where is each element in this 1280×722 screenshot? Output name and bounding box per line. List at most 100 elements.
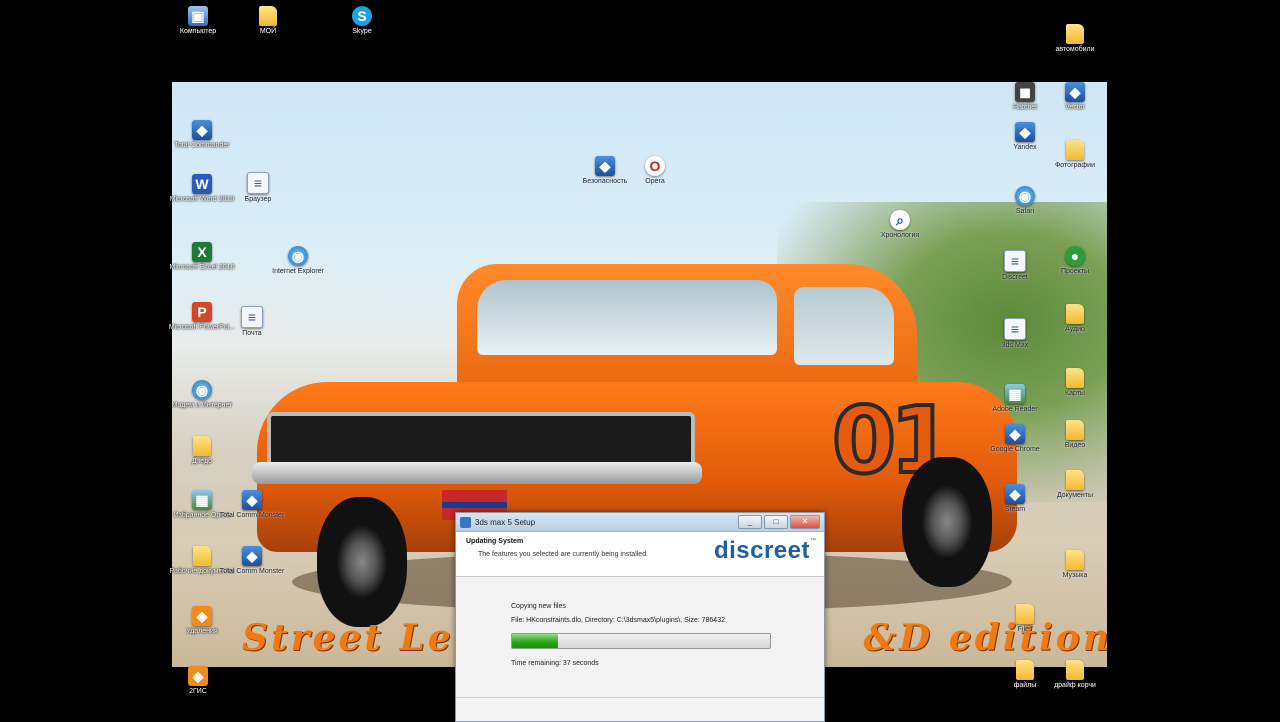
minimize-button[interactable]: _ [738,515,762,529]
desktop-shortcut-label: Документы [1056,492,1094,499]
folder-icon [259,6,277,26]
desktop-shortcut[interactable]: ◆ Total Comm Monster [212,490,292,520]
desktop-shortcut[interactable]: O Opera [615,156,695,186]
setup-dialog[interactable]: 3ds max 5 Setup _ □ ✕ Updating System Th… [455,512,825,722]
desktop-shortcut-label: драйф корчи [1054,682,1096,689]
desktop-shortcut-label: автомобили [1055,46,1095,53]
word-icon: W [192,174,212,194]
desktop-shortcut-label: Adobe Reader [992,406,1038,413]
app-icon: ◆ [1015,122,1035,142]
desktop-shortcut[interactable]: ◆ Vector [1035,82,1115,112]
folder-icon [1016,604,1034,624]
desktop-shortcut-label: Discreet [1002,274,1028,281]
desktop-shortcut[interactable]: Карты [1035,368,1115,398]
car-rear-wheel [902,457,992,587]
folder-icon [193,436,211,456]
folder-icon [1066,550,1084,570]
install-progress-bar [511,633,771,649]
desktop-shortcut[interactable]: ≡ Браузер [218,172,298,204]
desktop-shortcut-label: Модем и Интернет [171,402,233,409]
app-icon: ◆ [595,156,615,176]
folder-icon [193,546,211,566]
image-icon: ▦ [192,490,212,510]
computer-icon: ▣ [188,6,208,26]
desktop-shortcut[interactable]: ▣ Компьютер [158,6,238,36]
desktop-shortcut-label: Total Commander [174,142,230,149]
desktop-shortcut[interactable]: ◈ Удаления [162,606,242,636]
app-icon: ◆ [1005,424,1025,444]
desktop-shortcut[interactable]: драйф корчи [1035,660,1115,690]
desktop-shortcut[interactable]: ◆ Total Commander [162,120,242,150]
app-icon: ◆ [242,546,262,566]
desktop-shortcut[interactable]: ◉ Модем и Интернет [162,380,242,410]
desktop-shortcut[interactable]: Фотографии [1035,140,1115,170]
image-icon: ▦ [1005,384,1025,404]
desktop-shortcut[interactable]: Аудио [1035,304,1115,334]
dialog-heading: Updating System [466,538,524,545]
desktop-shortcut[interactable]: S Skype [322,6,402,36]
desktop-shortcut-label: 3ds Max [1001,342,1029,349]
desktop-shortcut-label: Проекты [1060,268,1090,275]
desktop-shortcut[interactable]: ◈ 2ГИС [158,666,238,696]
app-icon: ◆ [1065,82,1085,102]
desktop-shortcut-label: Хронология [880,232,920,239]
opera-icon: O [645,156,665,176]
desktop-shortcut[interactable]: Видео [1035,420,1115,450]
dialog-separator [456,697,824,698]
desktop-shortcut[interactable]: ⌕ Хронология [860,210,940,240]
folder-icon [1066,368,1084,388]
status-label: Copying new files [511,603,566,610]
desktop-shortcut-label: Удаления [186,628,218,635]
desktop-shortcut-label: Total Comm Monster [219,568,285,575]
desktop-shortcut[interactable]: ● Проекты [1035,246,1115,276]
desktop-shortcut[interactable]: автомобили [1035,24,1115,54]
car-side-window [794,287,894,365]
desktop-shortcut-label: Files [1017,626,1033,633]
app-icon: ◆ [242,490,262,510]
earth-icon: ◉ [288,246,308,266]
desktop-shortcut[interactable]: Музыка [1035,550,1115,580]
desktop-shortcut[interactable]: ◆ Total Comm Monster [212,546,292,576]
doc-icon: ≡ [247,172,269,194]
folder-icon [1066,304,1084,324]
desktop-shortcut[interactable]: X Microsoft Excel 2010 [162,242,242,272]
car-windshield [477,280,777,355]
desktop-shortcut-label: Steam [1004,506,1026,513]
app-icon: ◆ [1005,484,1025,504]
desktop-shortcut[interactable]: ≡ Почта [212,306,292,338]
desktop-shortcut-label: Internet Explorer [272,268,324,275]
close-button[interactable]: ✕ [790,515,820,529]
install-progress-fill [512,634,559,648]
folder-icon [1066,660,1084,680]
desktop-shortcut[interactable]: ◉ Internet Explorer [258,246,338,276]
logo-trademark: ™ [810,538,816,544]
dialog-header: Updating System The features you selecte… [456,532,824,577]
desktop-shortcut[interactable]: МОЙ [228,6,308,36]
skype-icon: S [352,6,372,26]
mag-icon: ⌕ [890,210,910,230]
desktop-shortcut[interactable]: Files [985,604,1065,634]
desktop-shortcut[interactable]: Документы [1035,470,1115,500]
desktop-shortcut-label: Hatchet [1012,104,1038,111]
dark-icon: ◼ [1015,82,1035,102]
doc-icon: ≡ [1004,250,1026,272]
desktop-shortcut[interactable]: Дзёдо [162,436,242,466]
discreet-logo: discreet [713,537,810,564]
desktop-shortcut[interactable]: ◉ Safari [985,186,1065,216]
desktop-shortcut-label: МОЙ [259,28,277,35]
dialog-titlebar[interactable]: 3ds max 5 Setup _ □ ✕ [456,513,824,532]
desktop-shortcut-label: Google Chrome [990,446,1040,453]
doc-icon: ≡ [241,306,263,328]
car-front-wheel [317,497,407,627]
excel-icon: X [192,242,212,262]
earth-icon: ◉ [1015,186,1035,206]
desktop-shortcut-label: Safari [1015,208,1035,215]
desktop-shortcut-label: Opera [645,178,665,185]
folder-icon [1066,24,1084,44]
desktop-shortcut-label: Yandex [1013,144,1037,151]
folder-icon [1066,470,1084,490]
car-bumper [252,462,702,484]
maximize-button[interactable]: □ [764,515,788,529]
doc-icon: ≡ [1004,318,1026,340]
desktop-shortcut-label: Браузер [244,196,272,203]
